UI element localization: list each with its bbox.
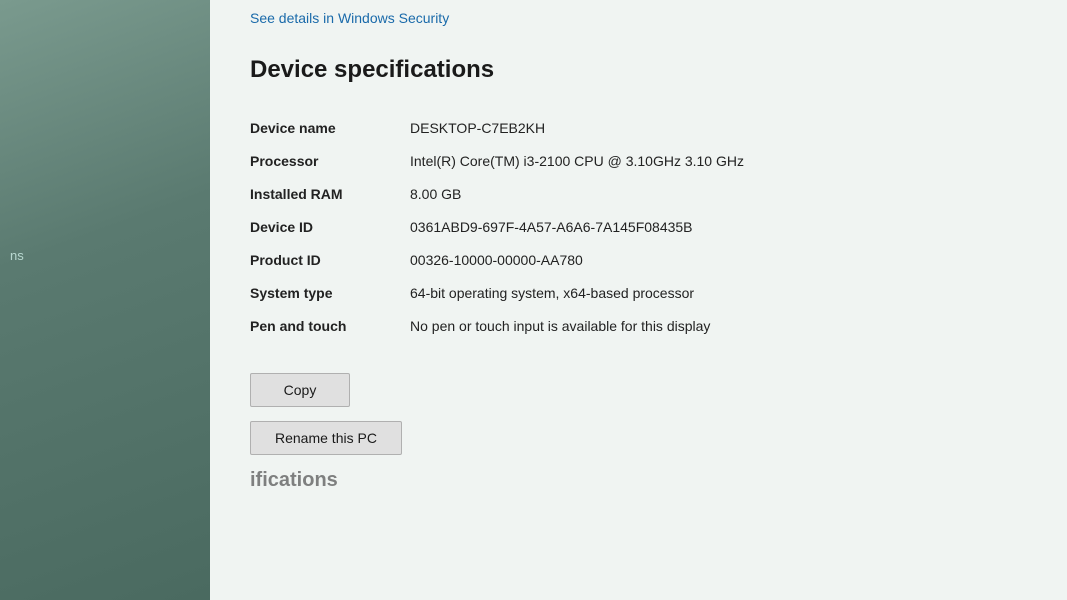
- table-row: Device nameDESKTOP-C7EB2KH: [250, 112, 1027, 145]
- copy-button[interactable]: Copy: [250, 373, 350, 407]
- spec-value: 0361ABD9-697F-4A57-A6A6-7A145F08435B: [410, 211, 1027, 244]
- table-row: Installed RAM8.00 GB: [250, 178, 1027, 211]
- spec-value: Intel(R) Core(TM) i3-2100 CPU @ 3.10GHz …: [410, 145, 1027, 178]
- table-row: Product ID00326-10000-00000-AA780: [250, 244, 1027, 277]
- sidebar-label: ns: [10, 248, 24, 263]
- partial-footer-text: ifications: [250, 469, 1027, 492]
- sidebar: ns: [0, 0, 210, 600]
- table-row: System type64-bit operating system, x64-…: [250, 277, 1027, 310]
- spec-label: Pen and touch: [250, 310, 410, 343]
- spec-value: DESKTOP-C7EB2KH: [410, 112, 1027, 145]
- partial-footer-label: ifications: [250, 469, 338, 491]
- spec-table: Device nameDESKTOP-C7EB2KHProcessorIntel…: [250, 112, 1027, 343]
- spec-label: Device name: [250, 112, 410, 145]
- spec-value: No pen or touch input is available for t…: [410, 310, 1027, 343]
- section-title: Device specifications: [250, 56, 1027, 84]
- table-row: ProcessorIntel(R) Core(TM) i3-2100 CPU @…: [250, 145, 1027, 178]
- copy-button-row: Copy: [250, 373, 1027, 407]
- spec-label: Processor: [250, 145, 410, 178]
- spec-label: Installed RAM: [250, 178, 410, 211]
- spec-label: Device ID: [250, 211, 410, 244]
- rename-button-row: Rename this PC: [250, 421, 1027, 455]
- spec-value: 8.00 GB: [410, 178, 1027, 211]
- table-row: Pen and touchNo pen or touch input is av…: [250, 310, 1027, 343]
- main-content: See details in Windows Security Device s…: [210, 0, 1067, 600]
- spec-value: 00326-10000-00000-AA780: [410, 244, 1027, 277]
- spec-value: 64-bit operating system, x64-based proce…: [410, 277, 1027, 310]
- rename-pc-button[interactable]: Rename this PC: [250, 421, 402, 455]
- spec-label: Product ID: [250, 244, 410, 277]
- windows-security-link[interactable]: See details in Windows Security: [250, 10, 1027, 26]
- spec-label: System type: [250, 277, 410, 310]
- table-row: Device ID0361ABD9-697F-4A57-A6A6-7A145F0…: [250, 211, 1027, 244]
